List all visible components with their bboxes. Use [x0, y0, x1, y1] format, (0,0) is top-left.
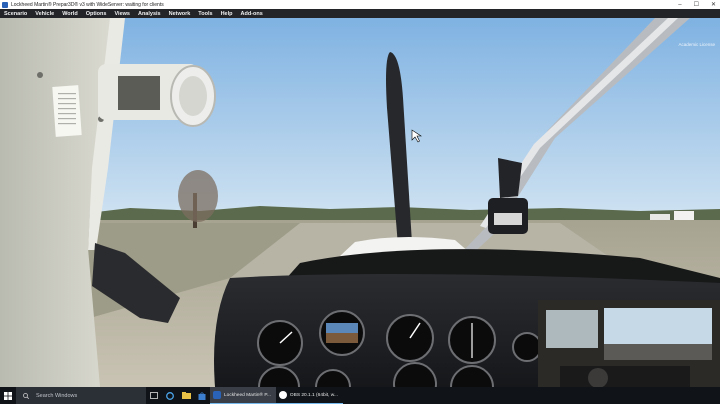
task-view-glyph	[150, 392, 158, 399]
menu-options[interactable]: Options	[86, 11, 107, 17]
store-glyph	[198, 391, 206, 400]
search-icon	[23, 392, 29, 399]
fresh-air-vent	[98, 64, 216, 127]
taskbar-app-label: OBS 20.1.1 (64bit, w...	[289, 392, 338, 398]
edge-icon[interactable]	[162, 387, 178, 404]
folder-glyph	[181, 392, 191, 399]
taskbar-app-label: Lockheed Martin® P...	[224, 392, 271, 398]
gauge-altimeter	[386, 314, 434, 362]
windows-logo-icon	[4, 391, 12, 400]
minimize-button[interactable]: –	[678, 2, 681, 8]
menu-world[interactable]: World	[62, 11, 77, 17]
prepar3d-taskbar-icon	[213, 391, 221, 399]
gauge-small	[512, 332, 542, 362]
menu-scenario[interactable]: Scenario	[4, 11, 27, 17]
placard	[52, 85, 82, 137]
taskbar-app-prepar3d[interactable]: Lockheed Martin® P...	[210, 387, 276, 404]
obs-icon	[278, 391, 287, 399]
menu-add-ons[interactable]: Add-ons	[240, 11, 262, 17]
taskbar: Search Windows Lockheed Martin® P... OBS…	[0, 387, 720, 404]
webcam-inset	[538, 300, 720, 387]
cockpit-scene	[0, 18, 720, 387]
menu-views[interactable]: Views	[114, 11, 130, 17]
menu-help[interactable]: Help	[221, 11, 233, 17]
search-placeholder: Search Windows	[36, 392, 78, 399]
menu-vehicle[interactable]: Vehicle	[35, 11, 54, 17]
simulator-viewport[interactable]: Academic License	[0, 18, 720, 387]
menu-analysis[interactable]: Analysis	[138, 11, 161, 17]
wall-screw	[37, 72, 43, 78]
search-input[interactable]: Search Windows	[16, 387, 146, 404]
task-view-icon[interactable]	[146, 387, 162, 404]
window-title: Lockheed Martin® Prepar3D® v3 with WideS…	[11, 1, 164, 8]
start-button[interactable]	[0, 387, 16, 404]
gauge-vor	[448, 316, 496, 364]
close-button[interactable]: ✕	[711, 1, 716, 8]
menu-network[interactable]: Network	[169, 11, 191, 17]
menu-tools[interactable]: Tools	[198, 11, 212, 17]
edge-glyph	[166, 391, 174, 400]
menu-bar: Scenario Vehicle World Options Views Ana…	[0, 9, 720, 18]
store-icon[interactable]	[194, 387, 210, 404]
academic-license-watermark: Academic License	[678, 42, 715, 47]
gauge-attitude	[319, 310, 365, 356]
window-controls: – ☐ ✕	[678, 0, 716, 9]
file-explorer-icon[interactable]	[178, 387, 194, 404]
maximize-button[interactable]: ☐	[694, 1, 699, 8]
gauge-airspeed	[257, 320, 303, 366]
taskbar-app-obs[interactable]: OBS 20.1.1 (64bit, w...	[275, 387, 343, 404]
prepar3d-icon	[2, 1, 8, 8]
